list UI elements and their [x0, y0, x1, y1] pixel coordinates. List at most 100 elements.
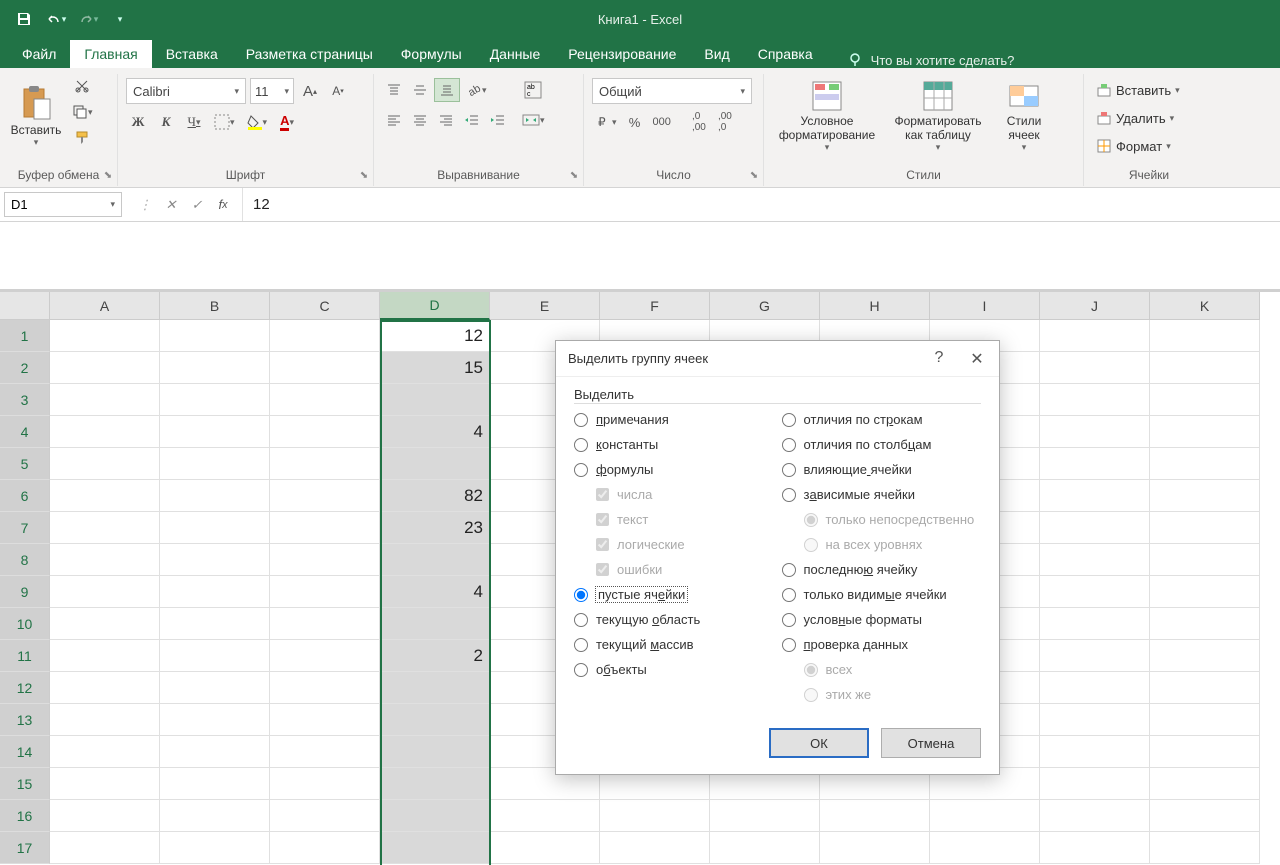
dialog-launcher-icon[interactable]: ⬊: [747, 168, 761, 182]
cell[interactable]: [50, 736, 160, 768]
cell[interactable]: [50, 608, 160, 640]
font-name-combo[interactable]: Calibri▾: [126, 78, 246, 104]
radio-datavalid[interactable]: проверка данных: [782, 637, 982, 652]
radio-last[interactable]: последнюю ячейку: [782, 562, 982, 577]
cell[interactable]: [50, 768, 160, 800]
column-header[interactable]: F: [600, 292, 710, 320]
tab-формулы[interactable]: Формулы: [387, 40, 476, 68]
increase-decimal-icon[interactable]: ,0,00: [687, 110, 711, 134]
number-format-combo[interactable]: Общий▾: [592, 78, 752, 104]
row-header[interactable]: 5: [0, 448, 50, 480]
increase-indent-icon[interactable]: [486, 108, 510, 132]
copy-icon[interactable]: ▾: [68, 100, 97, 124]
borders-icon[interactable]: ▾: [210, 110, 239, 134]
cell[interactable]: [600, 800, 710, 832]
cell[interactable]: [600, 832, 710, 864]
cell[interactable]: [380, 384, 490, 416]
cell[interactable]: 23: [380, 512, 490, 544]
fx-cancel-icon[interactable]: ⋮: [134, 194, 156, 216]
fx-icon[interactable]: fx: [212, 194, 234, 216]
column-header[interactable]: B: [160, 292, 270, 320]
cell[interactable]: [270, 832, 380, 864]
format-cells-button[interactable]: Формат▾: [1092, 134, 1184, 158]
radio-notes[interactable]: примечания: [574, 412, 774, 427]
row-header[interactable]: 17: [0, 832, 50, 864]
tab-рецензирование[interactable]: Рецензирование: [554, 40, 690, 68]
cell[interactable]: [1150, 416, 1260, 448]
cell[interactable]: [1150, 352, 1260, 384]
cell[interactable]: [160, 320, 270, 352]
cell[interactable]: [50, 576, 160, 608]
row-header[interactable]: 4: [0, 416, 50, 448]
cell[interactable]: 2: [380, 640, 490, 672]
cell[interactable]: [160, 704, 270, 736]
help-icon[interactable]: ?: [929, 349, 949, 369]
cell[interactable]: 12: [380, 320, 490, 352]
cell[interactable]: [270, 352, 380, 384]
row-header[interactable]: 2: [0, 352, 50, 384]
tab-справка[interactable]: Справка: [744, 40, 827, 68]
cell[interactable]: [380, 768, 490, 800]
cell[interactable]: [160, 416, 270, 448]
tab-вставка[interactable]: Вставка: [152, 40, 232, 68]
cell[interactable]: [160, 800, 270, 832]
cell[interactable]: [380, 832, 490, 864]
cell[interactable]: [270, 704, 380, 736]
row-header[interactable]: 16: [0, 800, 50, 832]
cell[interactable]: [160, 448, 270, 480]
cell[interactable]: [50, 800, 160, 832]
cell[interactable]: [380, 704, 490, 736]
cell[interactable]: [160, 672, 270, 704]
align-right-icon[interactable]: [434, 108, 458, 132]
radio-precedents[interactable]: влияющие ячейки: [782, 462, 982, 477]
increase-font-icon[interactable]: A▴: [298, 79, 322, 103]
cell[interactable]: [270, 736, 380, 768]
cell[interactable]: [1040, 768, 1150, 800]
cell[interactable]: 4: [380, 576, 490, 608]
column-header[interactable]: I: [930, 292, 1040, 320]
redo-icon[interactable]: ▾: [74, 5, 102, 33]
decrease-indent-icon[interactable]: [460, 108, 484, 132]
radio-region[interactable]: текущую область: [574, 612, 774, 627]
accounting-format-icon[interactable]: ₽▾: [592, 110, 621, 134]
cell[interactable]: [1150, 640, 1260, 672]
row-header[interactable]: 10: [0, 608, 50, 640]
cell[interactable]: [1150, 608, 1260, 640]
cell[interactable]: [270, 320, 380, 352]
cell[interactable]: [50, 704, 160, 736]
cell[interactable]: [820, 832, 930, 864]
cell[interactable]: [1150, 544, 1260, 576]
cell[interactable]: [1040, 448, 1150, 480]
cell[interactable]: [270, 416, 380, 448]
radio-visible[interactable]: только видимые ячейки: [782, 587, 982, 602]
radio-array[interactable]: текущий массив: [574, 637, 774, 652]
underline-button[interactable]: Ч▾: [182, 110, 206, 134]
format-as-table-button[interactable]: Форматировать как таблицу▾: [886, 74, 990, 158]
enter-formula-icon[interactable]: ✓: [186, 194, 208, 216]
cell[interactable]: [270, 768, 380, 800]
cell[interactable]: [160, 576, 270, 608]
cell[interactable]: [490, 832, 600, 864]
row-header[interactable]: 12: [0, 672, 50, 704]
cell[interactable]: [160, 352, 270, 384]
cell[interactable]: [1150, 672, 1260, 704]
cell[interactable]: [160, 480, 270, 512]
radio-constants[interactable]: константы: [574, 437, 774, 452]
radio-blanks[interactable]: пустые ячейки: [574, 587, 774, 602]
paste-button[interactable]: Вставить ▾: [8, 74, 64, 158]
cell[interactable]: [270, 608, 380, 640]
cell[interactable]: [1040, 672, 1150, 704]
radio-formulas[interactable]: формулы: [574, 462, 774, 477]
cell[interactable]: 15: [380, 352, 490, 384]
cell[interactable]: [160, 544, 270, 576]
cell[interactable]: [1040, 576, 1150, 608]
cell[interactable]: 82: [380, 480, 490, 512]
cell[interactable]: [490, 800, 600, 832]
row-header[interactable]: 14: [0, 736, 50, 768]
cell[interactable]: [380, 544, 490, 576]
tab-разметка страницы[interactable]: Разметка страницы: [232, 40, 387, 68]
cell[interactable]: [270, 384, 380, 416]
formula-input[interactable]: 12: [243, 188, 1280, 221]
cell[interactable]: [1040, 544, 1150, 576]
cell[interactable]: [160, 832, 270, 864]
